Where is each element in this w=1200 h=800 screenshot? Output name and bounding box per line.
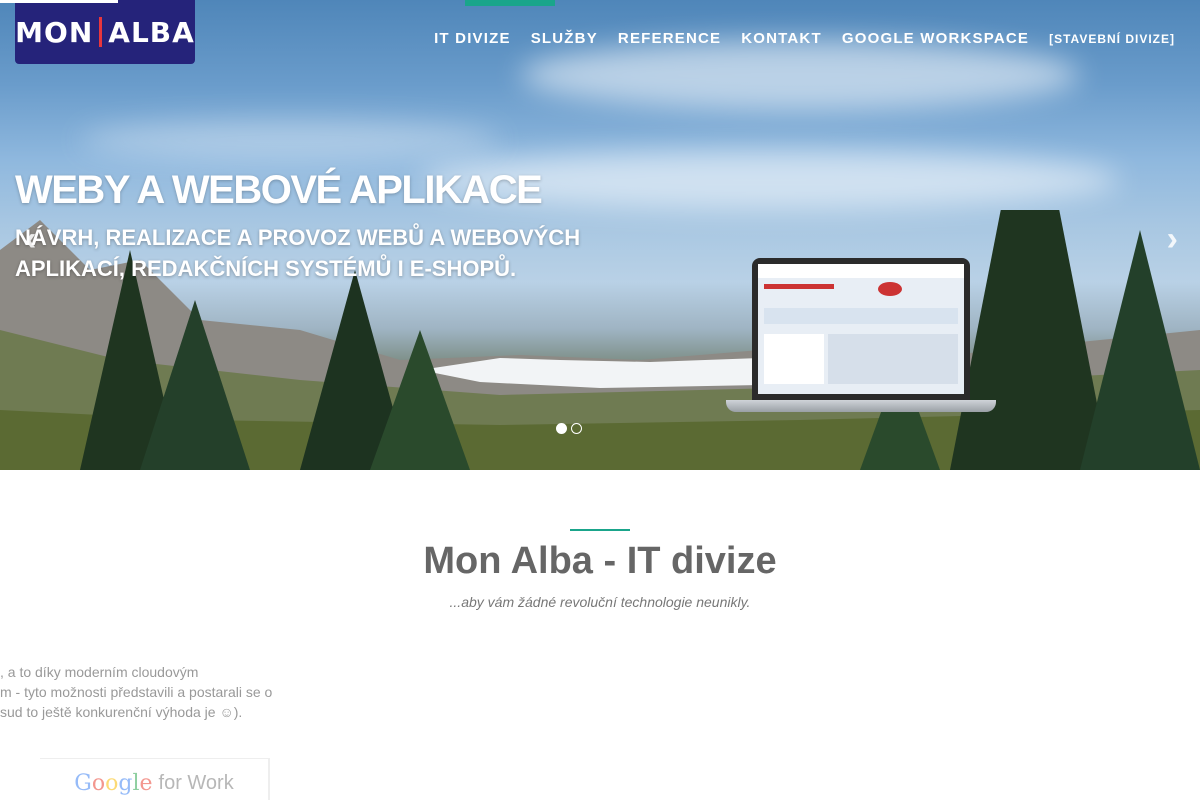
intro-line: m - tyto možnosti představili a postaral… bbox=[0, 684, 273, 700]
chevron-left-icon[interactable]: ‹ bbox=[25, 220, 36, 259]
laptop-screen bbox=[752, 258, 970, 400]
section-title: Mon Alba - IT divize bbox=[423, 540, 777, 582]
nav-active-indicator bbox=[465, 0, 555, 6]
intro-line: sud to ještě konkurenční výhoda je ☺). bbox=[0, 704, 243, 720]
for-work-text: for Work bbox=[158, 772, 234, 794]
laptop-image bbox=[726, 258, 996, 416]
section-tagline: ...aby vám žádné revoluční technologie n… bbox=[449, 594, 751, 610]
logo-separator bbox=[99, 17, 103, 47]
nav-item-google-workspace[interactable]: GOOGLE WORKSPACE bbox=[842, 30, 1029, 47]
laptop-base bbox=[726, 400, 996, 412]
hero-title: WEBY A WEBOVÉ APLIKACE bbox=[15, 168, 543, 212]
laptop-display bbox=[758, 264, 964, 394]
google-wordmark: Google bbox=[74, 771, 153, 796]
carousel-dot-1[interactable] bbox=[556, 423, 567, 434]
carousel-indicators bbox=[556, 423, 582, 434]
chevron-right-icon[interactable]: › bbox=[1167, 220, 1178, 259]
logo-text: MON ALBA bbox=[15, 16, 195, 49]
it-divize-section: Mon Alba - IT divize ...aby vám žádné re… bbox=[0, 470, 1200, 800]
nav-item-sluzby[interactable]: SLUŽBY bbox=[531, 30, 598, 47]
logo-part2: ALBA bbox=[108, 15, 195, 49]
cloud bbox=[80, 120, 500, 160]
intro-line: , a to díky moderním cloudovým bbox=[0, 664, 199, 680]
hero-subtitle: NÁVRH, REALIZACE A PROVOZ WEBŮ A WEBOVÝC… bbox=[15, 225, 581, 281]
top-strip bbox=[0, 0, 118, 3]
nav-item-stavebni-divize[interactable]: [STAVEBNÍ DIVIZE] bbox=[1049, 32, 1175, 46]
main-nav: IT DIVIZE SLUŽBY REFERENCE KONTAKT GOOGL… bbox=[434, 30, 1175, 47]
cloud bbox=[520, 40, 1080, 110]
nav-item-kontakt[interactable]: KONTAKT bbox=[741, 30, 822, 47]
hero-banner: MON ALBA IT DIVIZE SLUŽBY REFERENCE KONT… bbox=[0, 0, 1200, 470]
nav-item-reference[interactable]: REFERENCE bbox=[618, 30, 721, 47]
logo[interactable]: MON ALBA bbox=[15, 0, 195, 64]
intro-paragraph: , a to díky moderním cloudovým m - tyto … bbox=[0, 662, 290, 722]
carousel-dot-2[interactable] bbox=[571, 423, 582, 434]
nav-item-it-divize[interactable]: IT DIVIZE bbox=[434, 30, 511, 47]
google-for-work-badge: Google for Work bbox=[40, 758, 270, 800]
section-accent-line bbox=[570, 529, 630, 531]
logo-part1: MON bbox=[15, 15, 94, 49]
